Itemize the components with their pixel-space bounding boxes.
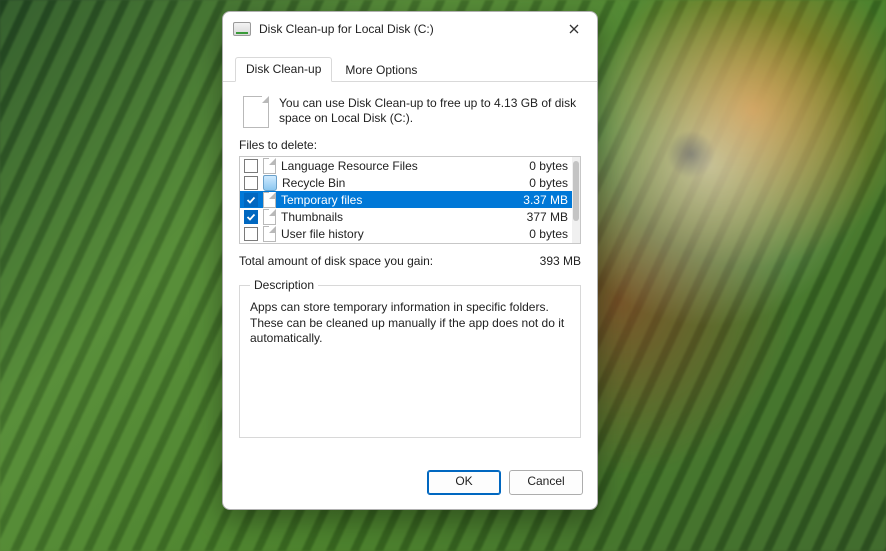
tab-more-options[interactable]: More Options: [334, 58, 428, 82]
list-item[interactable]: Recycle Bin0 bytes: [240, 174, 572, 191]
intro-text: You can use Disk Clean-up to free up to …: [279, 94, 581, 126]
totals-value: 393 MB: [540, 254, 581, 268]
list-item-name: Language Resource Files: [281, 159, 521, 173]
drive-icon: [233, 22, 251, 36]
list-item-size: 377 MB: [519, 210, 568, 224]
list-item-name: Temporary files: [281, 193, 515, 207]
close-icon: [569, 24, 579, 34]
file-icon: [263, 158, 276, 174]
list-item[interactable]: User file history0 bytes: [240, 225, 572, 242]
list-item[interactable]: Thumbnails377 MB: [240, 208, 572, 225]
list-item-size: 0 bytes: [521, 176, 568, 190]
list-item-size: 0 bytes: [521, 227, 568, 241]
list-item-name: User file history: [281, 227, 521, 241]
description-group: Description Apps can store temporary inf…: [239, 278, 581, 438]
checkbox[interactable]: [244, 176, 258, 190]
totals-row: Total amount of disk space you gain: 393…: [239, 254, 581, 268]
files-list[interactable]: Language Resource Files0 bytesRecycle Bi…: [239, 156, 581, 244]
recycle-bin-icon: [263, 175, 277, 191]
list-item[interactable]: Temporary files3.37 MB: [240, 191, 572, 208]
checkbox[interactable]: [244, 227, 258, 241]
window-title: Disk Clean-up for Local Disk (C:): [259, 22, 434, 36]
files-to-delete-label: Files to delete:: [239, 138, 581, 152]
tab-content: You can use Disk Clean-up to free up to …: [223, 82, 597, 438]
tab-strip: Disk Clean-up More Options: [223, 46, 597, 82]
intro-row: You can use Disk Clean-up to free up to …: [239, 94, 581, 128]
disk-cleanup-dialog: Disk Clean-up for Local Disk (C:) Disk C…: [222, 11, 598, 510]
file-icon: [263, 192, 276, 208]
titlebar[interactable]: Disk Clean-up for Local Disk (C:): [223, 12, 597, 46]
list-item-name: Recycle Bin: [282, 176, 521, 190]
close-button[interactable]: [551, 12, 597, 46]
description-legend: Description: [250, 278, 318, 292]
file-icon: [263, 209, 276, 225]
totals-label: Total amount of disk space you gain:: [239, 254, 433, 268]
document-icon: [243, 96, 269, 128]
description-text: Apps can store temporary information in …: [250, 300, 570, 347]
dialog-footer: OK Cancel: [223, 454, 597, 509]
scrollbar-thumb[interactable]: [573, 161, 579, 221]
checkbox[interactable]: [244, 210, 258, 224]
list-item-size: 0 bytes: [521, 159, 568, 173]
list-item-name: Thumbnails: [281, 210, 519, 224]
checkbox[interactable]: [244, 193, 258, 207]
ok-button[interactable]: OK: [427, 470, 501, 495]
list-item[interactable]: Language Resource Files0 bytes: [240, 157, 572, 174]
scrollbar[interactable]: [572, 157, 580, 243]
cancel-button[interactable]: Cancel: [509, 470, 583, 495]
list-item-size: 3.37 MB: [515, 193, 568, 207]
file-icon: [263, 226, 276, 242]
checkbox[interactable]: [244, 159, 258, 173]
tab-disk-cleanup[interactable]: Disk Clean-up: [235, 57, 332, 82]
